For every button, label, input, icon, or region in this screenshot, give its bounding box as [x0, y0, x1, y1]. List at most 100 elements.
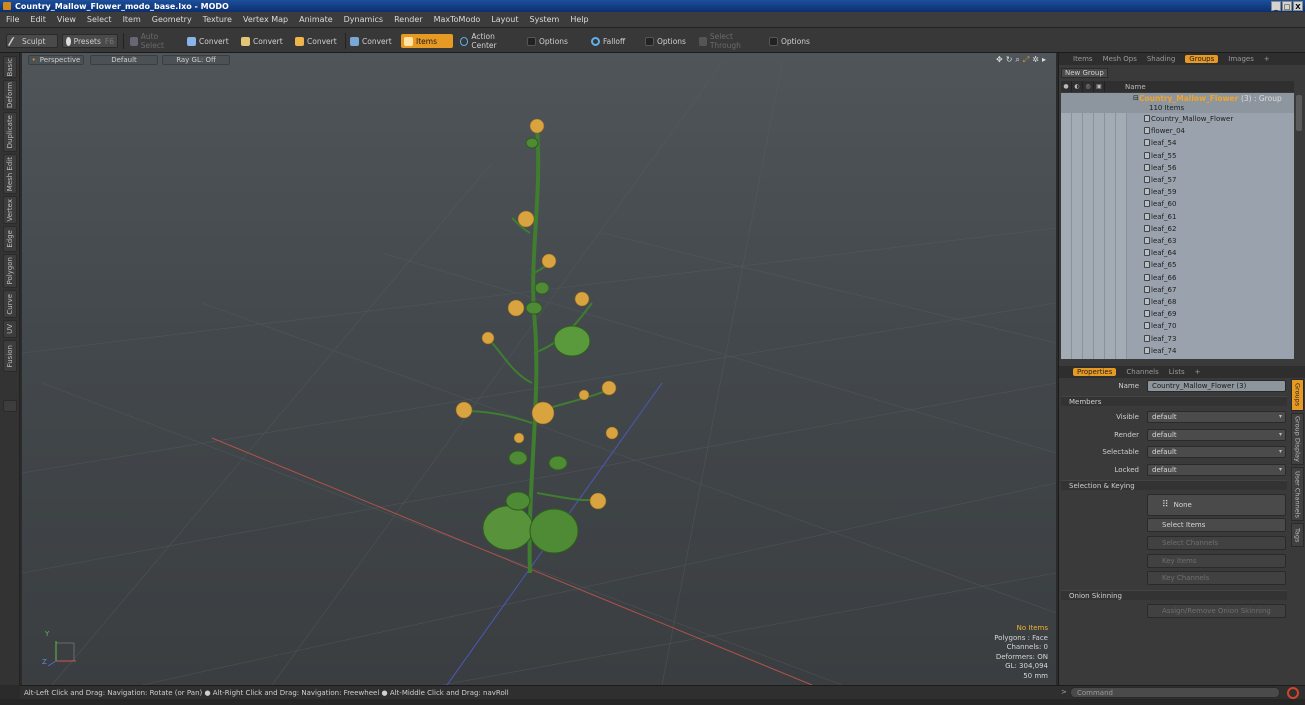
tree-item-row[interactable]: Country_Mallow_Flower	[1061, 113, 1294, 125]
tab-basic[interactable]: Basic	[3, 56, 17, 78]
visible-dropdown[interactable]: default ▾	[1147, 411, 1286, 423]
minimize-button[interactable]: _	[1271, 1, 1281, 11]
tree-item-row[interactable]: leaf_65	[1061, 259, 1294, 271]
tree-item-row[interactable]: leaf_68	[1061, 296, 1294, 308]
record-icon[interactable]	[1287, 687, 1299, 699]
tab-add[interactable]: +	[1264, 55, 1270, 63]
new-group-button[interactable]: New Group	[1061, 68, 1108, 78]
tab-extra[interactable]	[3, 400, 17, 412]
menu-animate[interactable]: Animate	[299, 15, 333, 24]
tab-fusion[interactable]: Fusion	[3, 340, 17, 372]
key-channels-button[interactable]: Key Channels	[1147, 571, 1286, 585]
tree-item-row[interactable]: leaf_62	[1061, 223, 1294, 235]
tab-channels[interactable]: Channels	[1126, 368, 1158, 376]
tab-duplicate[interactable]: Duplicate	[3, 112, 17, 152]
convert-edges-button[interactable]: Convert	[238, 34, 292, 48]
tab-images[interactable]: Images	[1228, 55, 1254, 63]
tree-item-row[interactable]: leaf_59	[1061, 186, 1294, 198]
zoom-icon[interactable]: ⌕	[1015, 55, 1019, 65]
gear-icon[interactable]: ✲	[1032, 55, 1039, 65]
name-field[interactable]: Country_Mallow_Flower (3)	[1147, 380, 1286, 392]
tree-item-row[interactable]: leaf_57	[1061, 174, 1294, 186]
menu-file[interactable]: File	[6, 15, 19, 24]
tree-item-row[interactable]: leaf_60	[1061, 198, 1294, 210]
expand-arrow-icon[interactable]: ▸	[1042, 55, 1046, 65]
tab-add-properties[interactable]: +	[1195, 368, 1201, 376]
locked-dropdown[interactable]: default ▾	[1147, 464, 1286, 476]
tab-lists[interactable]: Lists	[1169, 368, 1185, 376]
side-tab-tags[interactable]: Tags	[1291, 523, 1304, 547]
rotate-icon[interactable]: ↻	[1006, 55, 1013, 65]
tree-item-row[interactable]: leaf_66	[1061, 272, 1294, 284]
tab-groups[interactable]: Groups	[1185, 55, 1219, 63]
command-input[interactable]: Command	[1070, 687, 1280, 698]
tree-item-row[interactable]: leaf_55	[1061, 150, 1294, 162]
selection-keying-section[interactable]: Selection & Keying	[1061, 480, 1287, 490]
side-tab-groups[interactable]: Groups	[1291, 379, 1304, 411]
tab-curve[interactable]: Curve	[3, 290, 17, 318]
tab-mesh-edit[interactable]: Mesh Edit	[3, 154, 17, 194]
auto-select-button[interactable]: Auto Select	[127, 32, 181, 50]
falloff-button[interactable]: Falloff	[588, 34, 638, 48]
tree-item-row[interactable]: leaf_69	[1061, 308, 1294, 320]
options-button-1[interactable]: Options	[524, 34, 584, 48]
tab-vertex[interactable]: Vertex	[3, 196, 17, 224]
menu-help[interactable]: Help	[570, 15, 588, 24]
side-tab-group-display[interactable]: Group Display	[1291, 413, 1304, 465]
raygl-toggle[interactable]: Ray GL: Off	[162, 55, 230, 65]
tab-deform[interactable]: Deform	[3, 80, 17, 110]
members-section[interactable]: Members	[1061, 396, 1287, 406]
eye-icon[interactable]: ●	[1061, 81, 1072, 92]
maximize-button[interactable]: □	[1282, 1, 1292, 11]
fit-icon[interactable]: ⤢	[1023, 55, 1029, 65]
viewport-3d[interactable]: • Perspective Default Ray GL: Off ✥ ↻ ⌕ …	[22, 53, 1056, 685]
close-button[interactable]: X	[1293, 1, 1303, 11]
menu-view[interactable]: View	[57, 15, 76, 24]
tree-item-row[interactable]: leaf_74	[1061, 345, 1294, 357]
tab-properties[interactable]: Properties	[1073, 368, 1117, 376]
shading-dropdown[interactable]: Default	[90, 55, 158, 65]
tree-scrollbar[interactable]	[1295, 93, 1303, 359]
tab-uv[interactable]: UV	[3, 320, 17, 338]
menu-dynamics[interactable]: Dynamics	[344, 15, 383, 24]
options-button-3[interactable]: Options	[766, 34, 822, 48]
items-mode-button[interactable]: Items	[401, 34, 453, 48]
render-dropdown[interactable]: default ▾	[1147, 429, 1286, 441]
menu-maxtomodo[interactable]: MaxToModo	[434, 15, 481, 24]
tree-item-row[interactable]: leaf_56	[1061, 162, 1294, 174]
menu-system[interactable]: System	[530, 15, 560, 24]
tab-mesh-ops[interactable]: Mesh Ops	[1103, 55, 1137, 63]
menu-edit[interactable]: Edit	[30, 15, 46, 24]
tree-item-row[interactable]: leaf_64	[1061, 247, 1294, 259]
onion-skinning-section[interactable]: Onion Skinning	[1061, 590, 1287, 600]
options-button-2[interactable]: Options	[642, 34, 692, 48]
action-center-button[interactable]: Action Center	[457, 32, 521, 50]
lock-icon[interactable]: ▣	[1094, 81, 1105, 92]
tree-item-row[interactable]: leaf_67	[1061, 284, 1294, 296]
tree-item-row[interactable]: leaf_63	[1061, 235, 1294, 247]
tab-items[interactable]: Items	[1073, 55, 1093, 63]
select-channels-button[interactable]: Select Channels	[1147, 536, 1286, 550]
menu-item[interactable]: Item	[123, 15, 141, 24]
assign-onion-button[interactable]: Assign/Remove Onion Skinning	[1147, 604, 1286, 618]
presets-button[interactable]: Presets F6	[62, 34, 118, 48]
tree-item-row[interactable]: leaf_61	[1061, 211, 1294, 223]
tree-item-row[interactable]: leaf_73	[1061, 333, 1294, 345]
convert-vertices-button[interactable]: Convert	[184, 34, 236, 48]
convert-polygons-button[interactable]: Convert	[292, 34, 346, 48]
tree-item-row[interactable]: flower_04	[1061, 125, 1294, 137]
select-through-button[interactable]: Select Through	[696, 32, 762, 50]
sculpt-button[interactable]: Sculpt	[6, 34, 58, 48]
name-column-header[interactable]: Name	[1125, 83, 1146, 91]
menu-geometry[interactable]: Geometry	[152, 15, 192, 24]
selection-set-none[interactable]: ⠿ None	[1147, 494, 1286, 516]
render-icon[interactable]: ◐	[1072, 81, 1083, 92]
selectable-dropdown[interactable]: default ▾	[1147, 446, 1286, 458]
key-items-button[interactable]: Key Items	[1147, 554, 1286, 568]
select-icon[interactable]: ◎	[1083, 81, 1094, 92]
tree-item-row[interactable]: leaf_70	[1061, 320, 1294, 332]
menu-layout[interactable]: Layout	[491, 15, 518, 24]
menu-texture[interactable]: Texture	[203, 15, 232, 24]
group-row[interactable]: ⊟ Country_Mallow_Flower (3) : Group 110 …	[1061, 93, 1294, 113]
view-perspective-dropdown[interactable]: • Perspective	[28, 55, 84, 65]
